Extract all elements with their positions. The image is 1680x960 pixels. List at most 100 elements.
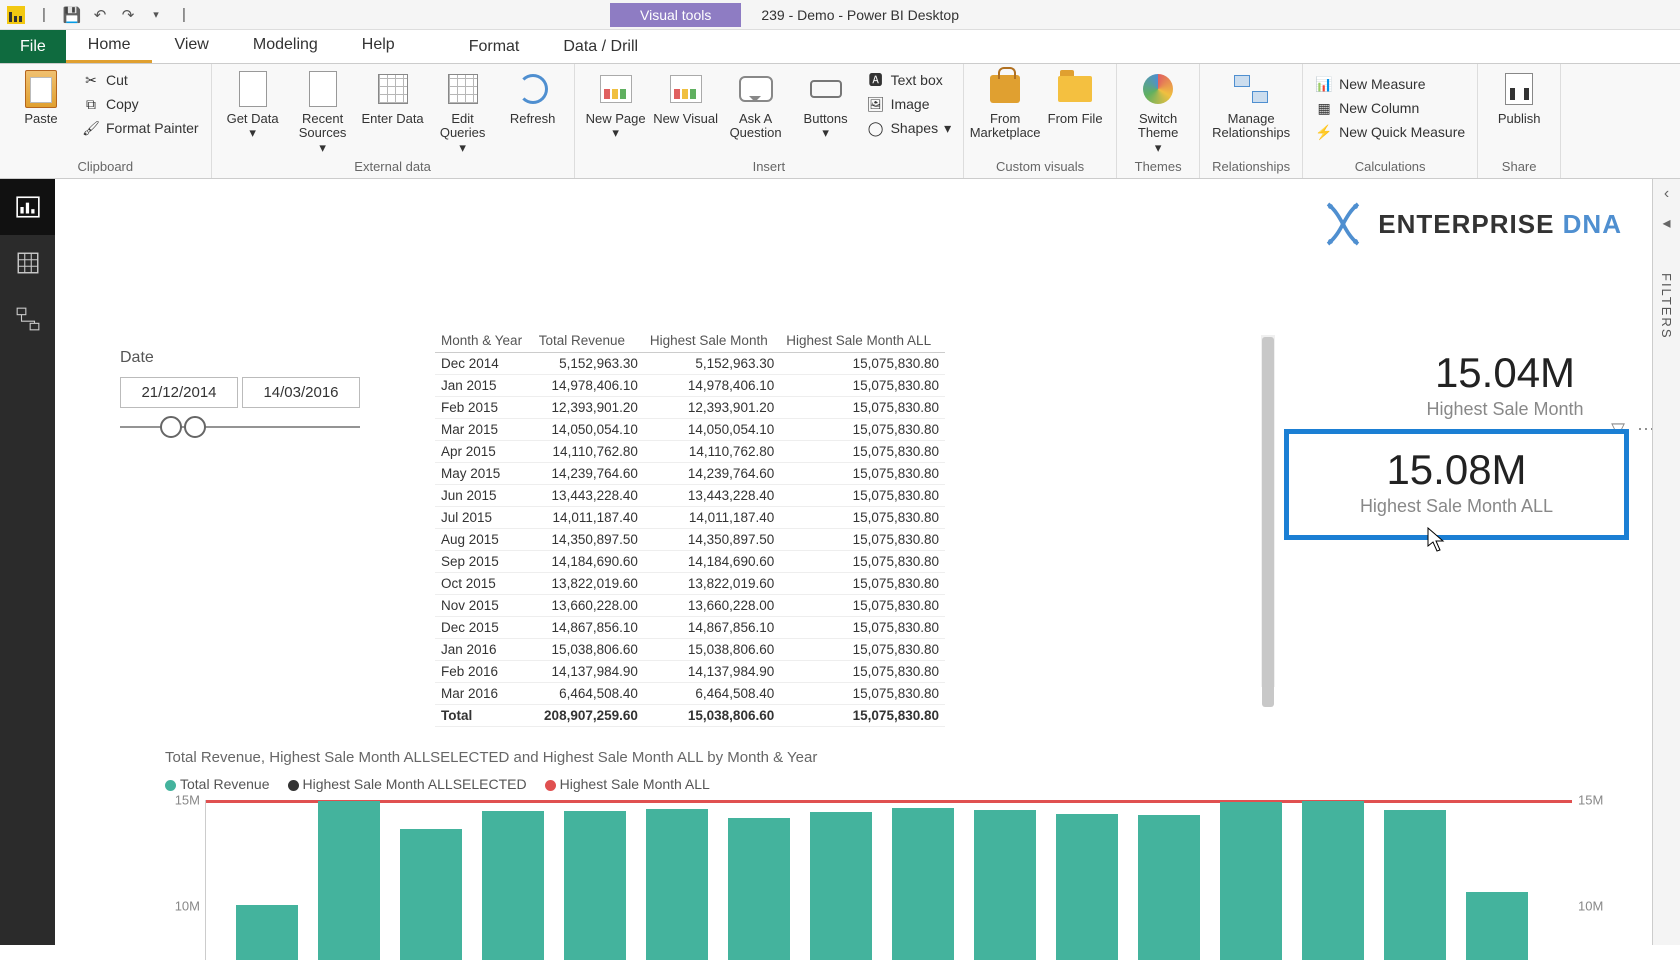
- format-painter-button[interactable]: 🖌Format Painter: [80, 118, 201, 138]
- tab-data-drill[interactable]: Data / Drill: [541, 30, 660, 63]
- card-highest-sale-month[interactable]: 15.04M Highest Sale Month ▽ ⋯: [1345, 349, 1665, 420]
- table-row[interactable]: Jun 201513,443,228.4013,443,228.4015,075…: [435, 485, 945, 507]
- from-file-button[interactable]: From File: [1040, 68, 1110, 126]
- date-from-input[interactable]: 21/12/2014: [120, 377, 238, 408]
- new-visual-button[interactable]: New Visual: [651, 68, 721, 126]
- column-header[interactable]: Highest Sale Month: [644, 329, 780, 353]
- shapes-button[interactable]: ◯Shapes ▾: [865, 118, 954, 138]
- table-row[interactable]: Apr 201514,110,762.8014,110,762.8015,075…: [435, 441, 945, 463]
- date-slicer[interactable]: Date 21/12/2014 14/03/2016: [120, 349, 360, 428]
- chart-bar[interactable]: [1220, 802, 1282, 960]
- tab-home[interactable]: Home: [66, 30, 153, 63]
- new-page-button[interactable]: New Page▾: [581, 68, 651, 141]
- chart-bar[interactable]: [482, 811, 544, 960]
- copy-icon: ⧉: [82, 95, 100, 113]
- chart-bar[interactable]: [810, 812, 872, 960]
- buttons-button[interactable]: Buttons▾: [791, 68, 861, 141]
- table-row[interactable]: Aug 201514,350,897.5014,350,897.5015,075…: [435, 529, 945, 551]
- table-row[interactable]: Feb 201614,137,984.9014,137,984.9015,075…: [435, 661, 945, 683]
- filters-pane-label[interactable]: FILTERS: [1659, 273, 1674, 340]
- image-button[interactable]: 🖼Image: [865, 94, 954, 114]
- report-canvas[interactable]: ENTERPRISE DNA Date 21/12/2014 14/03/201…: [55, 179, 1652, 945]
- ask-question-button[interactable]: Ask A Question: [721, 68, 791, 141]
- legend-item: Highest Sale Month ALLSELECTED: [288, 776, 527, 792]
- table-row[interactable]: Mar 201514,050,054.1014,050,054.1015,075…: [435, 419, 945, 441]
- expand-pane-icon[interactable]: ◂: [1662, 213, 1670, 233]
- tab-modeling[interactable]: Modeling: [231, 30, 340, 63]
- expand-pane-icon[interactable]: ‹: [1664, 185, 1669, 203]
- table-row[interactable]: Dec 20145,152,963.305,152,963.3015,075,8…: [435, 353, 945, 375]
- legend-item: Total Revenue: [165, 776, 270, 792]
- publish-button[interactable]: Publish: [1484, 68, 1554, 126]
- table-row[interactable]: Mar 20166,464,508.406,464,508.4015,075,8…: [435, 683, 945, 705]
- get-data-button[interactable]: Get Data▾: [218, 68, 288, 141]
- nav-model-view[interactable]: [0, 291, 55, 347]
- new-quick-measure-button[interactable]: ⚡New Quick Measure: [1313, 122, 1467, 142]
- chart-bar[interactable]: [1466, 892, 1528, 960]
- table-row[interactable]: Sep 201514,184,690.6014,184,690.6015,075…: [435, 551, 945, 573]
- column-header[interactable]: Highest Sale Month ALL: [780, 329, 945, 353]
- chevron-down-icon: ▾: [612, 126, 619, 140]
- slider-handle-end[interactable]: [184, 416, 206, 438]
- qat-customize-icon[interactable]: ▾: [146, 5, 166, 25]
- textbox-button[interactable]: 🅰Text box: [865, 70, 954, 90]
- chart-legend: Total Revenue Highest Sale Month ALLSELE…: [165, 776, 1622, 792]
- refresh-button[interactable]: Refresh: [498, 68, 568, 126]
- chart-bar[interactable]: [892, 808, 954, 960]
- table-row[interactable]: May 201514,239,764.6014,239,764.6015,075…: [435, 463, 945, 485]
- nav-data-view[interactable]: [0, 235, 55, 291]
- copy-button[interactable]: ⧉Copy: [80, 94, 201, 114]
- column-header[interactable]: Total Revenue: [533, 329, 644, 353]
- recent-sources-button[interactable]: Recent Sources▾: [288, 68, 358, 155]
- tab-format[interactable]: Format: [447, 30, 542, 63]
- app-logo-icon: [6, 5, 26, 25]
- file-tab[interactable]: File: [0, 30, 66, 63]
- chart-bar[interactable]: [728, 818, 790, 960]
- save-icon[interactable]: 💾: [62, 5, 82, 25]
- logo-text: ENTERPRISE: [1378, 209, 1562, 239]
- enter-data-button[interactable]: Enter Data: [358, 68, 428, 126]
- chart-bar[interactable]: [236, 905, 298, 960]
- chart-bar[interactable]: [1056, 814, 1118, 960]
- manage-relationships-button[interactable]: Manage Relationships: [1206, 68, 1296, 141]
- date-to-input[interactable]: 14/03/2016: [242, 377, 360, 408]
- qat-divider: |: [174, 5, 194, 25]
- switch-theme-button[interactable]: Switch Theme▾: [1123, 68, 1193, 155]
- format-painter-icon: 🖌: [82, 119, 100, 137]
- card-highest-sale-month-all-selected[interactable]: 15.08M Highest Sale Month ALL: [1284, 429, 1629, 540]
- undo-icon[interactable]: ↶: [90, 5, 110, 25]
- chart-bar[interactable]: [1302, 801, 1364, 960]
- edit-queries-button[interactable]: Edit Queries▾: [428, 68, 498, 155]
- chart-bar[interactable]: [974, 810, 1036, 960]
- chart-bar[interactable]: [1384, 810, 1446, 960]
- redo-icon[interactable]: ↷: [118, 5, 138, 25]
- new-measure-button[interactable]: 📊New Measure: [1313, 74, 1467, 94]
- paste-button[interactable]: Paste: [6, 68, 76, 126]
- tab-help[interactable]: Help: [340, 30, 417, 63]
- slider-handle-start[interactable]: [160, 416, 182, 438]
- table-scrollbar[interactable]: [1261, 335, 1275, 687]
- chart-bar[interactable]: [318, 801, 380, 960]
- table-row[interactable]: Jan 201514,978,406.1014,978,406.1015,075…: [435, 375, 945, 397]
- new-column-button[interactable]: ▦New Column: [1313, 98, 1467, 118]
- nav-report-view[interactable]: [0, 179, 55, 235]
- chart-bar[interactable]: [564, 811, 626, 960]
- chart-bar[interactable]: [1138, 815, 1200, 960]
- quick-measure-icon: ⚡: [1315, 123, 1333, 141]
- from-marketplace-button[interactable]: From Marketplace: [970, 68, 1040, 141]
- table-row[interactable]: Jul 201514,011,187.4014,011,187.4015,075…: [435, 507, 945, 529]
- chart-bar[interactable]: [400, 829, 462, 960]
- table-row[interactable]: Jan 201615,038,806.6015,038,806.6015,075…: [435, 639, 945, 661]
- tab-view[interactable]: View: [152, 30, 230, 63]
- chart-bar[interactable]: [646, 809, 708, 960]
- date-range-slider[interactable]: [120, 426, 360, 428]
- table-row[interactable]: Feb 201512,393,901.2012,393,901.2015,075…: [435, 397, 945, 419]
- table-visual[interactable]: Month & YearTotal RevenueHighest Sale Mo…: [435, 329, 1255, 727]
- table-row[interactable]: Oct 201513,822,019.6013,822,019.6015,075…: [435, 573, 945, 595]
- combo-chart-visual[interactable]: Total Revenue, Highest Sale Month ALLSEL…: [165, 749, 1622, 960]
- column-header[interactable]: Month & Year: [435, 329, 533, 353]
- cut-button[interactable]: ✂Cut: [80, 70, 201, 90]
- right-panes-collapsed[interactable]: ‹ ◂ FILTERS: [1652, 179, 1680, 945]
- table-row[interactable]: Nov 201513,660,228.0013,660,228.0015,075…: [435, 595, 945, 617]
- table-row[interactable]: Dec 201514,867,856.1014,867,856.1015,075…: [435, 617, 945, 639]
